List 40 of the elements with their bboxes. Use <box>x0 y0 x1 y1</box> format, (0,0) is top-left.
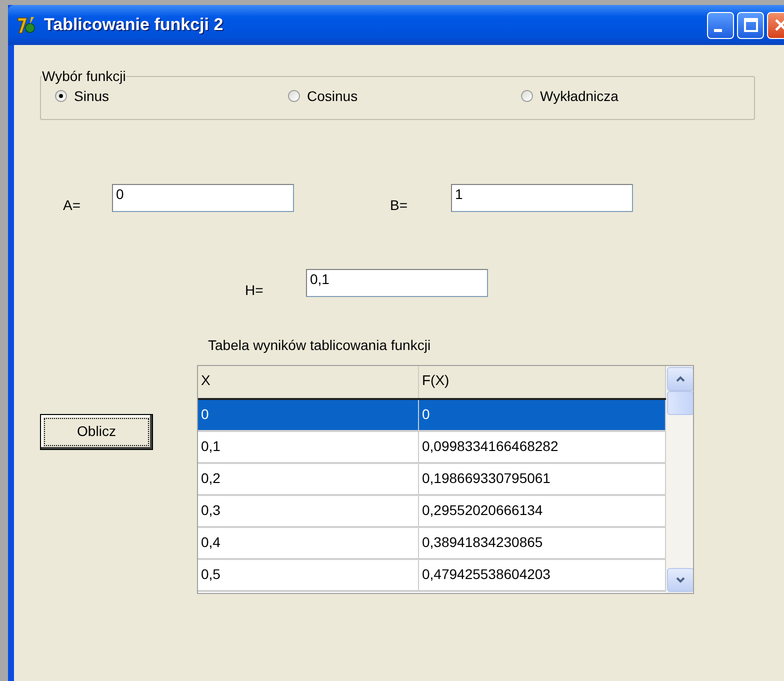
table-caption: Tabela wyników tablicowania funkcji <box>208 337 432 355</box>
table-row[interactable]: 0,4 0,38941834230865 <box>198 528 666 560</box>
table-cell: 0 <box>198 400 419 430</box>
field-label: A= <box>63 197 82 213</box>
minimize-button[interactable] <box>707 12 734 38</box>
table-cell: 0,1 <box>198 432 419 462</box>
radio-label[interactable]: Wykładnicza <box>540 88 618 104</box>
table-cell: 0,4 <box>198 528 419 558</box>
scroll-up-button[interactable] <box>667 367 693 391</box>
maximize-button[interactable] <box>737 12 764 38</box>
calculate-button[interactable]: Oblicz <box>40 414 153 450</box>
radio-button[interactable] <box>521 90 533 102</box>
close-icon <box>774 19 784 31</box>
input-field[interactable]: 1 <box>451 184 633 212</box>
table-row[interactable]: 0 0 <box>198 400 666 432</box>
input-field[interactable]: 0 <box>112 184 294 212</box>
down-icon <box>676 577 685 583</box>
field-label: B= <box>390 197 409 213</box>
group-label: Wybór funkcji <box>42 69 126 83</box>
maximize-icon <box>744 18 758 32</box>
table-cell: 0,2 <box>198 464 419 494</box>
scroll-thumb[interactable] <box>667 391 693 415</box>
up-icon <box>676 376 685 382</box>
minimize-icon <box>714 28 724 32</box>
radio-label[interactable]: Cosinus <box>307 88 358 104</box>
radio-label[interactable]: Sinus <box>74 88 110 104</box>
app-icon <box>16 15 36 35</box>
table-cell: 0,5 <box>198 560 419 590</box>
radio-button[interactable] <box>55 90 67 102</box>
table-row[interactable]: 0,1 0,0998334166468282 <box>198 432 666 464</box>
column-header[interactable]: X <box>198 366 419 398</box>
input-field[interactable]: 0,1 <box>306 269 488 297</box>
radio-button[interactable] <box>288 90 300 102</box>
table-cell: 0,3 <box>198 496 419 526</box>
field-label: H= <box>245 282 264 298</box>
window-title: Tablicowanie funkcji 2 <box>44 15 224 35</box>
table-row[interactable]: 0,5 0,479425538604203 <box>198 560 666 592</box>
table-row[interactable]: 0,2 0,198669330795061 <box>198 464 666 496</box>
scroll-down-button[interactable] <box>667 568 693 592</box>
table-row[interactable]: 0,3 0,29552020666134 <box>198 496 666 528</box>
